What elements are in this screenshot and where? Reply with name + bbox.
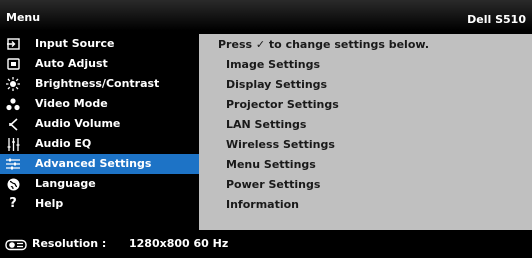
projector-icon [5, 238, 27, 258]
auto-adjust-icon [6, 54, 20, 74]
main-menu: Input Source Auto Adjust Brightness/Cont… [0, 34, 199, 230]
menu-item-language[interactable]: Language [0, 174, 199, 194]
sliders-icon [6, 154, 20, 174]
speaker-icon [6, 114, 20, 134]
menu-item-label: Help [35, 197, 64, 210]
resolution-value: 1280x800 60 Hz [129, 237, 229, 250]
instruction-text: Press ✓ to change settings below. [218, 38, 430, 51]
submenu-display-settings[interactable]: Display Settings [226, 78, 327, 91]
menu-item-label: Auto Adjust [35, 57, 108, 70]
menu-item-label: Audio Volume [35, 117, 121, 130]
menu-item-label: Advanced Settings [35, 157, 152, 170]
submenu-power-settings[interactable]: Power Settings [226, 178, 320, 191]
submenu-image-settings[interactable]: Image Settings [226, 58, 320, 71]
equalizer-icon [6, 134, 20, 154]
submenu-lan-settings[interactable]: LAN Settings [226, 118, 306, 131]
menu-item-auto-adjust[interactable]: Auto Adjust [0, 54, 199, 74]
osd-window: Menu Dell S510 Input Source Auto Adjust … [0, 0, 532, 254]
menu-item-label: Audio EQ [35, 137, 92, 150]
menu-item-audio-volume[interactable]: Audio Volume [0, 114, 199, 134]
submenu-menu-settings[interactable]: Menu Settings [226, 158, 316, 171]
globe-icon [6, 174, 20, 194]
menu-item-advanced-settings[interactable]: Advanced Settings [0, 154, 199, 174]
menu-item-video-mode[interactable]: Video Mode [0, 94, 199, 114]
input-source-icon [6, 34, 20, 54]
settings-panel: Press ✓ to change settings below. Image … [199, 34, 532, 230]
menu-item-label: Language [35, 177, 96, 190]
resolution-label: Resolution : [32, 237, 107, 250]
submenu-projector-settings[interactable]: Projector Settings [226, 98, 339, 111]
menu-item-help[interactable]: ? Help [0, 194, 199, 214]
menu-item-input-source[interactable]: Input Source [0, 34, 199, 54]
title-bar: Menu Dell S510 [0, 0, 532, 34]
menu-item-label: Brightness/Contrast [35, 77, 160, 90]
status-bar: Resolution : 1280x800 60 Hz [0, 234, 532, 254]
question-icon: ? [9, 196, 17, 211]
menu-title: Menu [6, 11, 41, 24]
menu-item-label: Input Source [35, 37, 115, 50]
menu-item-brightness-contrast[interactable]: Brightness/Contrast [0, 74, 199, 94]
submenu-information[interactable]: Information [226, 198, 299, 211]
menu-item-label: Video Mode [35, 97, 108, 110]
menu-item-audio-eq[interactable]: Audio EQ [0, 134, 199, 154]
brightness-icon [6, 74, 20, 94]
video-mode-icon [6, 94, 20, 114]
model-name: Dell S510 [467, 13, 526, 26]
submenu-wireless-settings[interactable]: Wireless Settings [226, 138, 335, 151]
